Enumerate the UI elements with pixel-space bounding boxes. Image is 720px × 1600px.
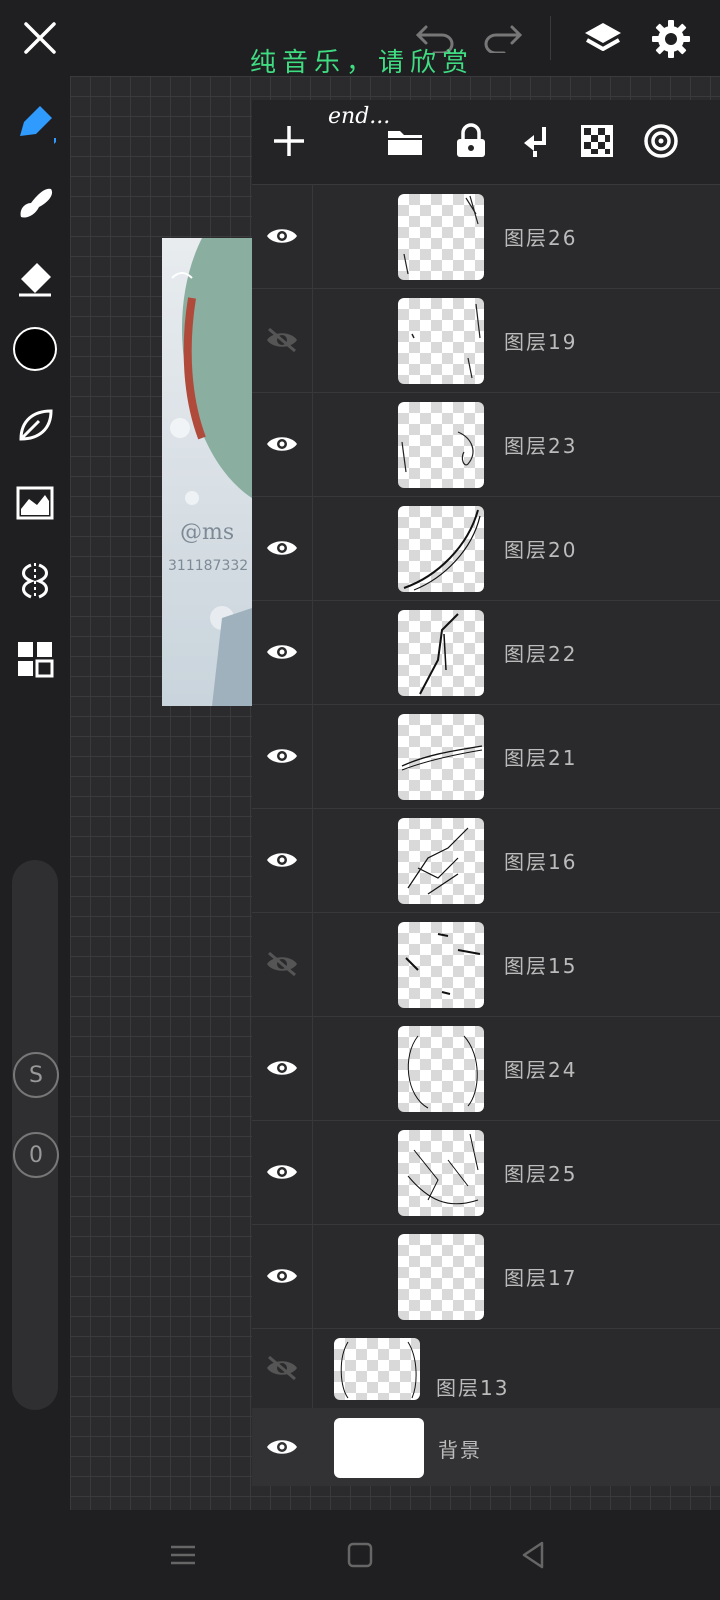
- layer-thumbnail: [398, 1234, 484, 1320]
- layer-thumbnail: [398, 402, 484, 488]
- eraser-icon[interactable]: [12, 256, 58, 302]
- watermark-line1: @ms: [180, 520, 235, 545]
- layer-name: 图层25: [504, 1162, 578, 1186]
- eye-icon: [267, 437, 297, 451]
- layer-name: 背景: [438, 1438, 482, 1462]
- layer-name: 图层23: [504, 434, 578, 458]
- layer-name: 图层15: [504, 954, 578, 978]
- layer-thumbnail: [398, 922, 484, 1008]
- layer-thumbnail: [398, 1130, 484, 1216]
- layer-name: 图层16: [504, 850, 578, 874]
- color-swatch[interactable]: [12, 326, 58, 372]
- menu-icon[interactable]: [160, 1532, 206, 1578]
- layer-name: 图层20: [504, 538, 578, 562]
- layer-thumbnail: [334, 1338, 420, 1400]
- merge-down-icon[interactable]: [512, 118, 558, 164]
- left-toolbar: S 0: [0, 76, 70, 1510]
- close-icon[interactable]: [18, 16, 62, 60]
- layer-row[interactable]: 图层17: [252, 1224, 720, 1329]
- layer-row[interactable]: 图层20: [252, 496, 720, 601]
- layer-thumbnail: [398, 714, 484, 800]
- artwork-preview: @ms 311187332: [162, 238, 252, 706]
- layer-row[interactable]: 图层22: [252, 600, 720, 705]
- eye-icon: [267, 1165, 297, 1179]
- layers-panel: 图层26 图层19 图层23 图层20 图层22 图层21 图层16 图层15 …: [252, 100, 720, 1486]
- layer-thumbnail: [398, 298, 484, 384]
- watermark-line2: 311187332: [168, 558, 249, 574]
- eye-hidden-icon: [267, 951, 297, 977]
- visibility-toggle[interactable]: [252, 1120, 313, 1224]
- filter-icon[interactable]: [12, 480, 58, 526]
- visibility-toggle[interactable]: [252, 808, 313, 912]
- layer-row[interactable]: 图层24: [252, 1016, 720, 1121]
- eye-icon: [267, 645, 297, 659]
- opacity-badge[interactable]: 0: [13, 1132, 59, 1178]
- layers-icon[interactable]: [580, 16, 626, 62]
- layer-thumbnail: [398, 610, 484, 696]
- layer-name: 图层13: [436, 1376, 510, 1400]
- eye-icon: [267, 749, 297, 763]
- visibility-toggle[interactable]: [252, 912, 313, 1016]
- opacity-badge-label: 0: [29, 1142, 43, 1168]
- eye-hidden-icon: [267, 327, 297, 353]
- eye-hidden-icon: [267, 1355, 297, 1381]
- layer-row[interactable]: 图层15: [252, 912, 720, 1017]
- layer-name: 图层26: [504, 226, 578, 250]
- layer-row[interactable]: 图层23: [252, 392, 720, 497]
- layer-row[interactable]: 图层16: [252, 808, 720, 913]
- visibility-toggle[interactable]: [252, 704, 313, 808]
- layer-row[interactable]: 图层21: [252, 704, 720, 809]
- eye-icon: [267, 853, 297, 867]
- symmetry-icon[interactable]: [12, 558, 58, 604]
- grid-icon[interactable]: [12, 636, 58, 682]
- layer-name: 图层24: [504, 1058, 578, 1082]
- back-icon[interactable]: [510, 1532, 556, 1578]
- layer-row[interactable]: 图层26: [252, 184, 720, 289]
- add-icon[interactable]: [266, 118, 312, 164]
- pen-icon[interactable]: [12, 100, 58, 146]
- settings-icon[interactable]: [648, 16, 694, 62]
- end-overlay-text: end...: [328, 104, 391, 129]
- layer-row[interactable]: 图层25: [252, 1120, 720, 1225]
- layer-name: 图层19: [504, 330, 578, 354]
- layer-thumbnail: [398, 1026, 484, 1112]
- system-nav-bar: [0, 1510, 720, 1600]
- size-badge-label: S: [29, 1062, 43, 1088]
- layer-thumbnail: [398, 194, 484, 280]
- visibility-toggle[interactable]: [252, 392, 313, 496]
- transparency-icon[interactable]: [574, 118, 620, 164]
- redo-icon[interactable]: [480, 18, 524, 58]
- layer-name: 图层22: [504, 642, 578, 666]
- smudge-icon[interactable]: [12, 178, 58, 224]
- eye-icon: [267, 229, 297, 243]
- artwork-drawing: [170, 238, 252, 706]
- eye-icon: [267, 1061, 297, 1075]
- visibility-toggle[interactable]: [252, 1016, 313, 1120]
- layer-thumbnail: [398, 818, 484, 904]
- visibility-toggle[interactable]: [252, 496, 313, 600]
- size-badge[interactable]: S: [13, 1052, 59, 1098]
- visibility-toggle[interactable]: [252, 1224, 313, 1328]
- layer-row[interactable]: 图层19: [252, 288, 720, 393]
- title-overlay-text: 纯音乐，请欣赏: [250, 48, 475, 78]
- visibility-toggle[interactable]: [252, 1328, 313, 1408]
- layer-row[interactable]: 图层13: [252, 1328, 720, 1409]
- visibility-toggle[interactable]: [252, 600, 313, 704]
- layer-name: 图层21: [504, 746, 578, 770]
- layers-toolbar: [252, 100, 720, 185]
- layer-row[interactable]: 背景: [252, 1408, 720, 1486]
- lock-icon[interactable]: [448, 118, 494, 164]
- visibility-toggle[interactable]: [252, 184, 313, 288]
- leaf-brush-icon[interactable]: [12, 402, 58, 448]
- layer-name: 图层17: [504, 1266, 578, 1290]
- layer-thumbnail: [398, 506, 484, 592]
- eye-icon: [267, 1440, 297, 1454]
- visibility-toggle[interactable]: [252, 288, 313, 392]
- home-icon[interactable]: [337, 1532, 383, 1578]
- visibility-toggle[interactable]: [252, 1408, 312, 1486]
- eye-icon: [267, 541, 297, 555]
- eye-icon: [267, 1269, 297, 1283]
- background-thumbnail: [334, 1418, 424, 1478]
- blend-icon[interactable]: [638, 118, 684, 164]
